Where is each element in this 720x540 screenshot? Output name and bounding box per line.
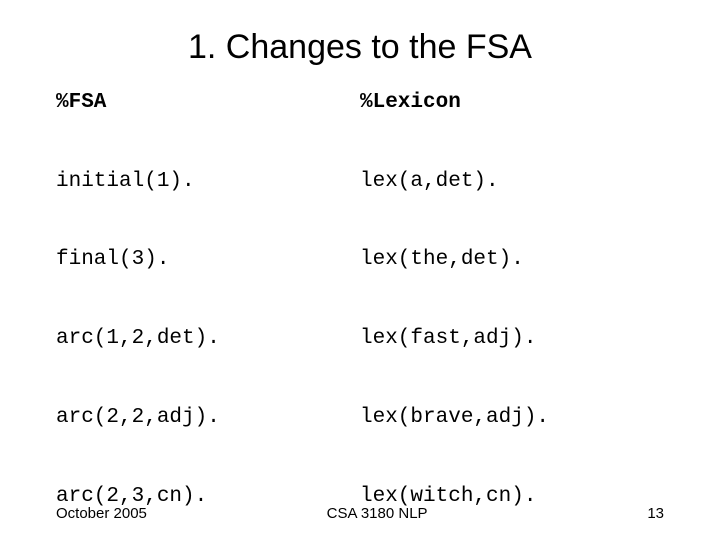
footer-page-number: 13 <box>647 505 664 522</box>
code-line: lex(brave,adj). <box>360 405 664 431</box>
fsa-code: initial(1). final(3). arc(1,2,det). arc(… <box>56 116 360 540</box>
slide-title: 1. Changes to the FSA <box>56 28 664 67</box>
code-line: arc(2,2,adj). <box>56 405 360 431</box>
code-line: initial(1). <box>56 169 360 195</box>
code-line: arc(1,2,det). <box>56 326 360 352</box>
fsa-column: %FSA initial(1). final(3). arc(1,2,det).… <box>56 91 360 540</box>
code-line: final(3). <box>56 247 360 273</box>
code-line: lex(the,det). <box>360 247 664 273</box>
slide: 1. Changes to the FSA %FSA initial(1). f… <box>0 0 720 540</box>
lexicon-code: lex(a,det). lex(the,det). lex(fast,adj).… <box>360 116 664 540</box>
slide-footer: October 2005 CSA 3180 NLP 13 <box>56 505 664 522</box>
footer-center: CSA 3180 NLP <box>107 505 647 522</box>
fsa-header: %FSA <box>56 91 360 114</box>
code-line: lex(a,det). <box>360 169 664 195</box>
content-columns: %FSA initial(1). final(3). arc(1,2,det).… <box>56 91 664 540</box>
lexicon-column: %Lexicon lex(a,det). lex(the,det). lex(f… <box>360 91 664 540</box>
lexicon-header: %Lexicon <box>360 91 664 114</box>
code-line: lex(fast,adj). <box>360 326 664 352</box>
